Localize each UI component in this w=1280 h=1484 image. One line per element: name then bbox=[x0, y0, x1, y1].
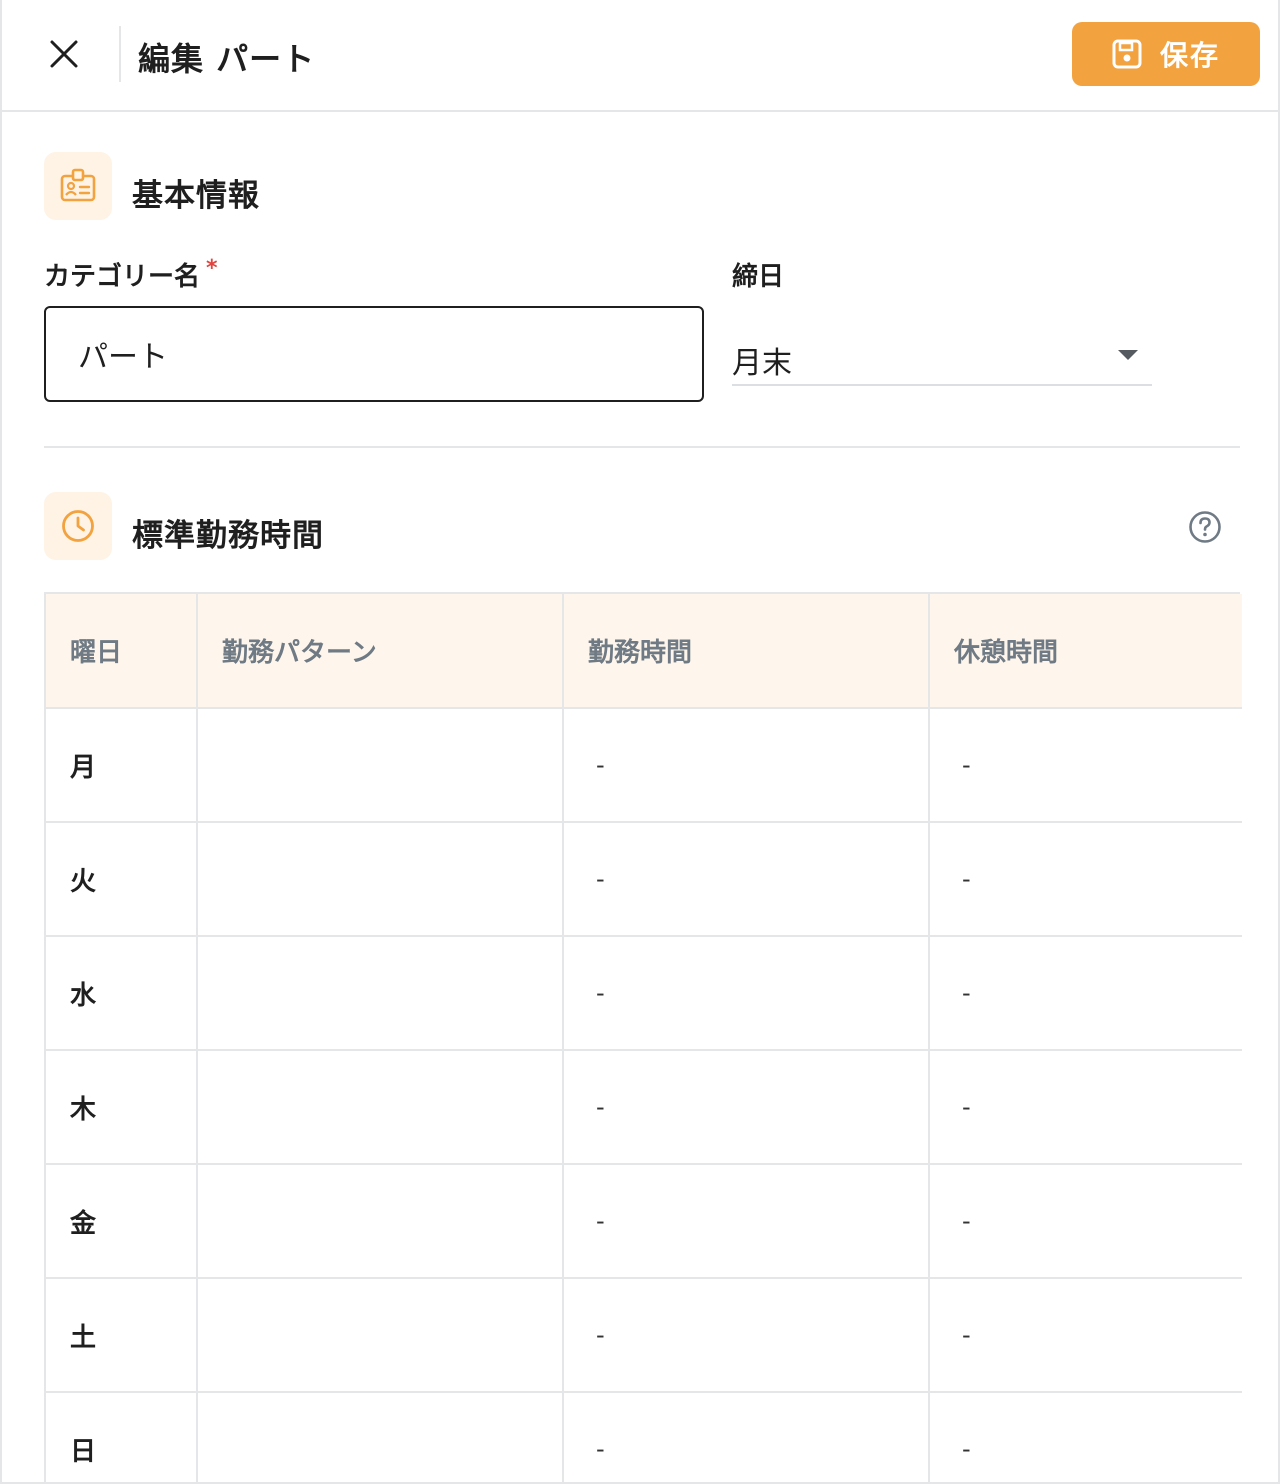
column-header-pattern: 勤務パターン bbox=[197, 594, 564, 709]
edit-category-page: 編集 パート 保存 基本情報 カテゴリー名* 締日 月末 bbox=[0, 0, 1280, 1484]
table-row[interactable]: 金 - - bbox=[46, 1164, 1242, 1279]
row-break-time: - bbox=[929, 1392, 1242, 1482]
category-name-label-text: カテゴリー名 bbox=[44, 262, 201, 292]
row-pattern[interactable] bbox=[197, 1392, 564, 1482]
table-row[interactable]: 火 - - bbox=[46, 822, 1242, 937]
row-day: 日 bbox=[46, 1392, 198, 1482]
row-work-time: - bbox=[563, 1278, 930, 1393]
page-title: 編集 パート bbox=[138, 40, 316, 78]
required-mark: * bbox=[206, 256, 218, 281]
row-work-time: - bbox=[563, 936, 930, 1051]
row-pattern[interactable] bbox=[197, 1164, 564, 1279]
row-day: 水 bbox=[46, 936, 198, 1051]
table-row[interactable]: 日 - - bbox=[46, 1392, 1242, 1482]
clock-icon bbox=[62, 510, 94, 542]
closing-day-value: 月末 bbox=[732, 346, 792, 381]
row-pattern[interactable] bbox=[197, 822, 564, 937]
row-day: 月 bbox=[46, 708, 198, 823]
table-row[interactable]: 木 - - bbox=[46, 1050, 1242, 1165]
closing-day-label: 締日 bbox=[732, 262, 785, 292]
table-header-row: 曜日 勤務パターン 勤務時間 休憩時間 bbox=[46, 594, 1242, 709]
row-work-time: - bbox=[563, 708, 930, 823]
table-row[interactable]: 水 - - bbox=[46, 936, 1242, 1051]
row-break-time: - bbox=[929, 1050, 1242, 1165]
category-name-input[interactable] bbox=[44, 306, 704, 402]
row-break-time: - bbox=[929, 1164, 1242, 1279]
floppy-disk-icon bbox=[1112, 39, 1142, 69]
standard-hours-table: 曜日 勤務パターン 勤務時間 休憩時間 月 - - 火 - - 水 - - 木 … bbox=[44, 592, 1242, 1482]
save-button[interactable]: 保存 bbox=[1072, 22, 1260, 86]
section-divider bbox=[44, 446, 1240, 448]
row-pattern[interactable] bbox=[197, 708, 564, 823]
row-break-time: - bbox=[929, 1278, 1242, 1393]
close-icon bbox=[50, 40, 78, 68]
table-row[interactable]: 土 - - bbox=[46, 1278, 1242, 1393]
id-badge-icon bbox=[60, 168, 96, 202]
row-pattern[interactable] bbox=[197, 1050, 564, 1165]
table-row[interactable]: 月 - - bbox=[46, 708, 1242, 823]
row-break-time: - bbox=[929, 936, 1242, 1051]
standard-hours-title: 標準勤務時間 bbox=[132, 518, 324, 554]
row-break-time: - bbox=[929, 708, 1242, 823]
header-divider bbox=[119, 26, 121, 82]
row-pattern[interactable] bbox=[197, 1278, 564, 1393]
row-day: 火 bbox=[46, 822, 198, 937]
caret-down-icon bbox=[1118, 350, 1138, 360]
row-day: 木 bbox=[46, 1050, 198, 1165]
row-day: 金 bbox=[46, 1164, 198, 1279]
basic-info-title: 基本情報 bbox=[132, 178, 260, 214]
column-header-work-time: 勤務時間 bbox=[563, 594, 930, 709]
question-circle-icon[interactable] bbox=[1188, 510, 1222, 544]
close-button[interactable] bbox=[40, 30, 88, 78]
column-header-break-time: 休憩時間 bbox=[929, 594, 1242, 709]
basic-info-icon-box bbox=[44, 152, 112, 220]
row-work-time: - bbox=[563, 822, 930, 937]
header-bar: 編集 パート 保存 bbox=[2, 0, 1278, 112]
category-name-label: カテゴリー名 * bbox=[44, 256, 218, 293]
column-header-day: 曜日 bbox=[46, 594, 198, 709]
row-work-time: - bbox=[563, 1050, 930, 1165]
save-button-label: 保存 bbox=[1159, 39, 1220, 72]
row-work-time: - bbox=[563, 1164, 930, 1279]
row-pattern[interactable] bbox=[197, 936, 564, 1051]
row-day: 土 bbox=[46, 1278, 198, 1393]
row-break-time: - bbox=[929, 822, 1242, 937]
row-work-time: - bbox=[563, 1392, 930, 1482]
closing-day-select[interactable]: 月末 bbox=[732, 318, 1152, 386]
standard-hours-icon-box bbox=[44, 492, 112, 560]
